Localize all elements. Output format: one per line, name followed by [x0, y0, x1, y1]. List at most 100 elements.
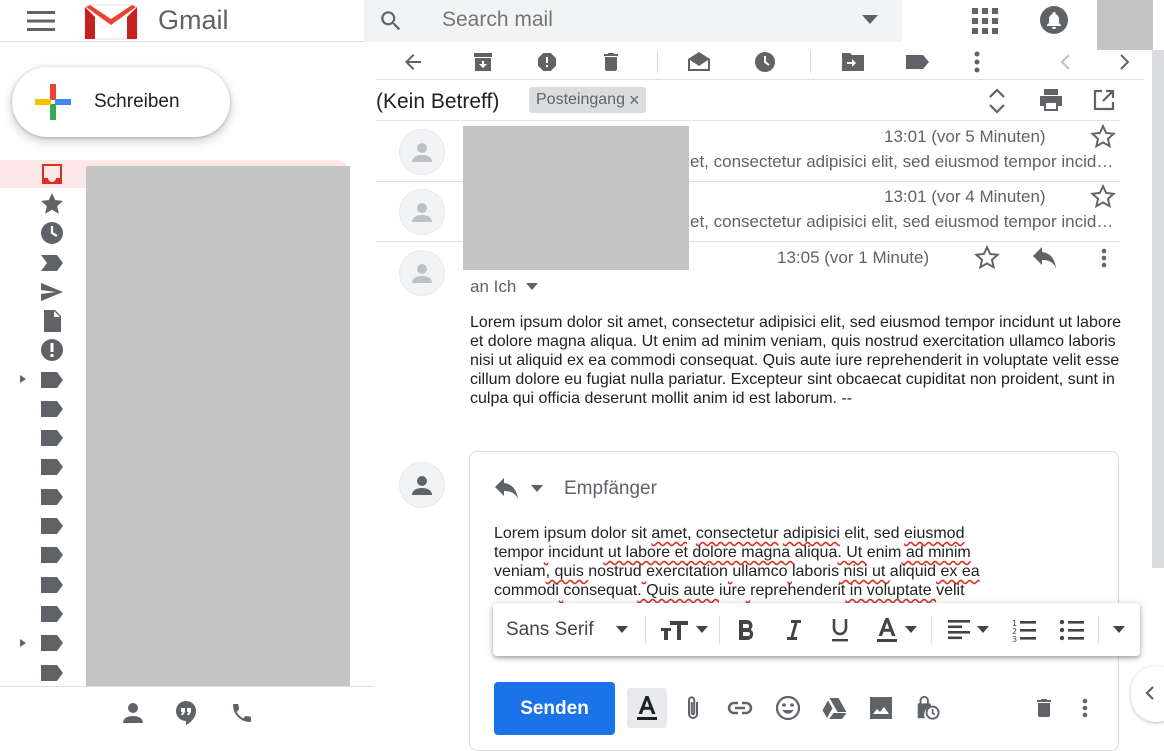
label-icon[interactable]	[40, 368, 64, 392]
recipient-details[interactable]: an Ich	[470, 277, 539, 297]
label-icon[interactable]	[40, 397, 64, 421]
phone-icon[interactable]	[230, 701, 254, 725]
move-to-icon[interactable]	[840, 49, 866, 75]
emoji-icon[interactable]	[775, 695, 801, 721]
font-select[interactable]: Sans Serif	[506, 617, 628, 643]
scrollbar[interactable]	[1152, 50, 1164, 568]
font-select-value: Sans Serif	[506, 619, 594, 640]
label-icon[interactable]	[40, 602, 64, 626]
reply-text-span: Lorem ipsum dolor sit	[494, 525, 652, 542]
label-icon[interactable]	[40, 573, 64, 597]
label-icon[interactable]	[40, 661, 64, 685]
insert-link-icon[interactable]	[727, 695, 753, 721]
open-new-window-icon[interactable]	[1093, 89, 1115, 111]
reply-body-input[interactable]: Lorem ipsum dolor sit amet, consectetur …	[494, 524, 1094, 604]
confidential-mode-icon[interactable]	[914, 695, 940, 721]
hangouts-icon[interactable]	[175, 701, 197, 725]
expand-arrow-icon[interactable]	[18, 638, 28, 648]
italic-icon[interactable]	[783, 617, 803, 643]
label-icon[interactable]	[904, 49, 930, 75]
discard-draft-icon[interactable]	[1031, 695, 1057, 721]
message-more-icon[interactable]	[1101, 248, 1107, 268]
reply-text-span: incidunt	[548, 544, 604, 561]
misspelled-word: ex ea	[936, 563, 980, 580]
message-time: 13:05 (vor 1 Minute)	[777, 248, 930, 267]
misspelled-word: ut labore et dolore magna	[603, 544, 795, 561]
recipients-field[interactable]: Empfänger	[564, 478, 657, 500]
older-chevron-icon[interactable]	[1112, 49, 1138, 75]
reply-type-icon[interactable]	[494, 478, 520, 500]
misspelled-word: consectetur	[695, 525, 779, 542]
important-icon[interactable]	[40, 251, 64, 275]
bulleted-list-icon[interactable]	[1059, 617, 1085, 643]
star-outline-icon[interactable]	[1090, 184, 1116, 210]
text-color-button[interactable]	[875, 617, 917, 643]
more-formatting-icon[interactable]	[1113, 617, 1125, 643]
search-bar[interactable]: Search mail	[364, 0, 902, 42]
svg-text:3: 3	[1012, 635, 1017, 642]
reply-text-span: reprehenderit	[750, 582, 846, 599]
delete-icon[interactable]	[598, 49, 624, 75]
expand-arrow-icon[interactable]	[18, 374, 28, 384]
apps-grid-icon[interactable]	[972, 8, 998, 34]
recipient-dropdown-icon[interactable]	[526, 283, 539, 291]
message-snippet[interactable]: et, consectetur adipisici elit, sed eius…	[690, 212, 1118, 232]
reply-arrow-icon[interactable]	[1032, 247, 1058, 269]
search-input[interactable]: Search mail	[442, 8, 553, 32]
label-icon[interactable]	[40, 455, 64, 479]
star-outline-icon[interactable]	[974, 245, 1000, 271]
google-drive-icon[interactable]	[821, 695, 847, 721]
star-icon[interactable]	[40, 192, 64, 216]
sent-icon[interactable]	[40, 280, 64, 304]
reply-text-span: iure	[719, 582, 746, 599]
divider	[376, 120, 1120, 121]
misspelled-word: ad minim	[901, 544, 971, 561]
bold-icon[interactable]	[735, 617, 757, 643]
numbered-list-icon[interactable]: 123	[1011, 617, 1037, 643]
sender-names-redacted	[463, 126, 689, 270]
snoozed-clock-icon[interactable]	[40, 221, 64, 245]
search-icon[interactable]	[378, 8, 404, 34]
font-size-button[interactable]	[660, 617, 708, 643]
main-menu-icon[interactable]	[27, 11, 55, 31]
snooze-icon[interactable]	[752, 49, 778, 75]
more-actions-icon[interactable]	[964, 49, 990, 75]
label-icon[interactable]	[40, 631, 64, 655]
label-chip-text: Posteingang	[536, 91, 625, 108]
insert-photo-icon[interactable]	[868, 695, 894, 721]
label-icon[interactable]	[40, 426, 64, 450]
star-outline-icon[interactable]	[1090, 124, 1116, 150]
label-icon[interactable]	[40, 485, 64, 509]
recipient-text: an Ich	[470, 277, 517, 296]
label-icon[interactable]	[40, 514, 64, 538]
back-arrow-icon[interactable]	[400, 49, 426, 75]
underline-icon[interactable]	[829, 617, 851, 643]
inbox-icon[interactable]	[40, 162, 64, 186]
print-icon[interactable]	[1038, 88, 1064, 112]
reply-body-line: veniam, quis nostrud exercitation ullamc…	[494, 562, 1094, 581]
gmail-logo-icon[interactable]	[84, 3, 140, 41]
contacts-person-icon[interactable]	[122, 702, 144, 724]
notifications-icon[interactable]	[1040, 6, 1068, 34]
newer-chevron-icon[interactable]	[1052, 49, 1078, 75]
report-spam-icon[interactable]	[534, 49, 560, 75]
send-button[interactable]: Senden	[494, 682, 615, 735]
drafts-icon[interactable]	[40, 309, 64, 333]
compose-button[interactable]: Schreiben	[12, 67, 230, 137]
label-icon[interactable]	[40, 543, 64, 567]
search-options-icon[interactable]	[862, 15, 878, 25]
sender-avatar	[399, 250, 445, 296]
reply-type-dropdown-icon[interactable]	[531, 485, 543, 493]
mark-unread-icon[interactable]	[686, 49, 712, 75]
expand-all-icon[interactable]	[987, 88, 1007, 114]
spam-icon[interactable]	[40, 338, 64, 362]
reply-text-span: ullamco	[732, 563, 788, 580]
attach-file-icon[interactable]	[680, 695, 706, 721]
align-button[interactable]	[947, 617, 989, 643]
formatting-options-icon[interactable]	[627, 688, 667, 728]
side-panel-toggle[interactable]	[1131, 666, 1164, 722]
more-options-icon[interactable]	[1072, 695, 1098, 721]
remove-label-close-icon[interactable]: ×	[629, 91, 640, 109]
archive-icon[interactable]	[470, 49, 496, 75]
message-snippet[interactable]: et, consectetur adipisici elit, sed eius…	[690, 152, 1118, 172]
